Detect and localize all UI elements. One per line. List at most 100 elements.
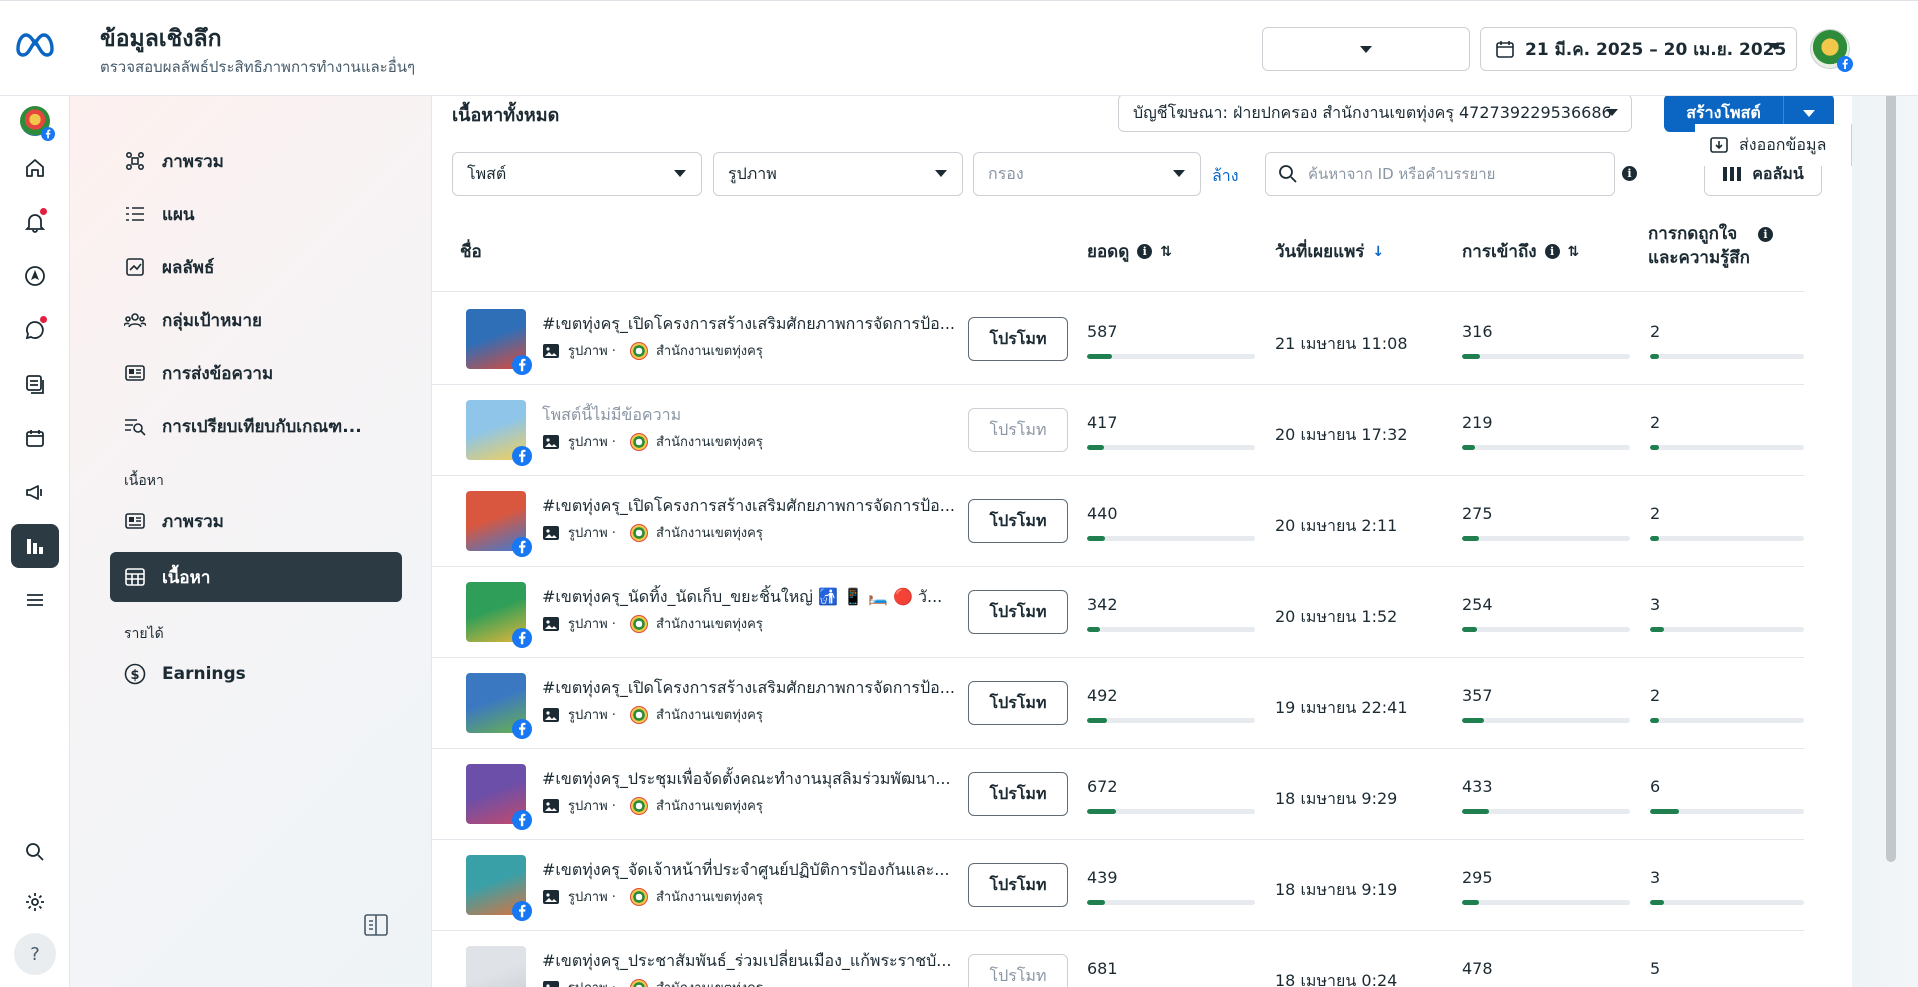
custom-filter[interactable]: กรอง [973, 152, 1201, 196]
info-icon[interactable]: i [1757, 227, 1773, 242]
insights-icon [27, 539, 43, 554]
post-meta: รูปภาพ · สำนักงานเขตทุ่งครุ [542, 704, 763, 725]
reach-value: 433 [1462, 777, 1493, 796]
sidebar-item-audience[interactable]: กลุ่มเป้าหมาย [110, 297, 402, 343]
promote-button[interactable]: โปรโมท [968, 681, 1068, 725]
sidebar-item-messaging[interactable]: การส่งข้อความ [110, 350, 402, 396]
sidebar-item-overview[interactable]: ภาพรวม [110, 138, 402, 184]
account-avatar[interactable] [20, 106, 55, 141]
promote-button[interactable]: โปรโมท [968, 590, 1068, 634]
table-row[interactable]: #เขตทุ่งครุ_จัดเจ้าหน้าที่ประจำศูนย์ปฏิบ… [432, 840, 1804, 931]
promote-button[interactable]: โปรโมท [968, 408, 1068, 452]
views-bar [1087, 354, 1255, 359]
column-header-published[interactable]: วันที่เผยแพร่ ↓ [1275, 238, 1384, 265]
post-title[interactable]: #เขตทุ่งครุ_เปิดโครงการสร้างเสริมศักยภาพ… [542, 312, 962, 337]
post-title[interactable]: #เขตทุ่งครุ_จัดเจ้าหน้าที่ประจำศูนย์ปฏิบ… [542, 858, 962, 883]
column-header-views[interactable]: ยอดดู i ⇅ [1087, 238, 1172, 265]
post-thumbnail[interactable] [466, 946, 526, 987]
reactions-bar-fill [1650, 809, 1680, 814]
table-row[interactable]: #เขตทุ่งครุ_เปิดโครงการสร้างเสริมศักยภาพ… [432, 294, 1804, 385]
page-name: สำนักงานเขตทุ่งครุ [655, 708, 763, 723]
export-dropdown-toggle[interactable] [1263, 28, 1469, 70]
sidebar-item-content-overview[interactable]: ภาพรวม [110, 498, 402, 544]
sidebar-item-benchmark[interactable]: การเปรียบเทียบกับเกณฑ... [110, 403, 402, 449]
post-thumbnail[interactable] [466, 764, 532, 830]
post-title[interactable]: #เขตทุ่งครุ_ประชาสัมพันธ์_ร่วมเปลี่ยนเมื… [542, 949, 962, 974]
image-icon [543, 798, 559, 813]
info-icon[interactable]: i [1544, 244, 1560, 259]
sort-icon[interactable]: ⇅ [1568, 244, 1580, 260]
sort-icon[interactable]: ⇅ [1160, 244, 1172, 260]
reactions-bar [1650, 354, 1804, 359]
search-icon [26, 843, 44, 861]
rail-notifications[interactable] [11, 200, 59, 244]
export-data-button[interactable]: ส่งออกข้อมูล [1262, 27, 1852, 166]
sidebar-item-earnings[interactable]: $ Earnings [110, 651, 402, 697]
post-thumbnail[interactable] [466, 400, 532, 466]
column-header-reach[interactable]: การเข้าถึง i ⇅ [1462, 238, 1579, 265]
column-header-reactions[interactable]: การกดถูกใจ และความรู้สึก i [1648, 222, 1773, 270]
content-section-label: เนื้อหา [124, 473, 164, 489]
table-row[interactable]: #เขตทุ่งครุ_นัดทิ้ง_นัดเก็บ_ขยะชิ้นใหญ่ … [432, 567, 1804, 658]
promote-button[interactable]: โปรโมท [968, 772, 1068, 816]
rail-settings[interactable] [11, 880, 59, 924]
post-type-value: โพสต์ [467, 163, 507, 183]
promote-button[interactable]: โปรโมท [968, 499, 1068, 543]
column-header-label: วันที่เผยแพร่ [1275, 242, 1365, 262]
post-title[interactable]: #เขตทุ่งครุ_ประชุมเพื่อจัดตั้งคณะทำงานมุ… [542, 767, 962, 792]
rail-help[interactable]: ? [11, 932, 59, 976]
promote-button[interactable]: โปรโมท [968, 863, 1068, 907]
post-thumbnail[interactable] [466, 582, 532, 648]
ad-account-select[interactable]: บัญชีโฆษณา: ฝ่ายปกครอง สำนักงานเขตทุ่งคร… [1118, 96, 1632, 132]
page-avatar[interactable] [1810, 29, 1853, 72]
column-header-name[interactable]: ชื่อ [460, 238, 482, 265]
table-row[interactable]: โพสต์นี้ไม่มีข้อความ รูปภาพ · สำนักงานเขตท… [432, 385, 1804, 476]
page-avatar-icon [629, 614, 648, 633]
info-icon[interactable]: i [1622, 166, 1637, 181]
post-thumbnail[interactable] [466, 673, 532, 739]
promote-button[interactable]: โปรโมท [968, 954, 1068, 987]
post-thumbnail[interactable] [466, 491, 532, 557]
media-type-filter[interactable]: รูปภาพ [713, 152, 963, 196]
views-bar-fill [1087, 809, 1116, 814]
search-input[interactable] [1308, 165, 1598, 183]
rail-search[interactable] [11, 830, 59, 874]
meta-logo-icon[interactable] [14, 31, 56, 57]
promote-button[interactable]: โปรโมท [968, 317, 1068, 361]
dollar-icon: $ [124, 663, 146, 685]
table-row[interactable]: #เขตทุ่งครุ_เปิดโครงการสร้างเสริมศักยภาพ… [432, 476, 1804, 567]
info-icon[interactable]: i [1137, 244, 1153, 259]
rail-ads[interactable] [11, 470, 59, 514]
column-header-label-line1: การกดถูกใจ [1648, 224, 1738, 244]
post-title[interactable]: #เขตทุ่งครุ_เปิดโครงการสร้างเสริมศักยภาพ… [542, 676, 962, 701]
rail-navigate[interactable] [11, 254, 59, 298]
post-type-filter[interactable]: โพสต์ [452, 152, 702, 196]
search-box[interactable] [1265, 152, 1615, 196]
rail-menu[interactable] [11, 578, 59, 622]
rail-calendar[interactable] [11, 416, 59, 460]
table-row[interactable]: #เขตทุ่งครุ_เปิดโครงการสร้างเสริมศักยภาพ… [432, 658, 1804, 749]
sort-desc-icon[interactable]: ↓ [1372, 244, 1384, 260]
reactions-value: 2 [1650, 413, 1661, 432]
post-title[interactable]: #เขตทุ่งครุ_นัดทิ้ง_นัดเก็บ_ขยะชิ้นใหญ่ … [542, 585, 962, 610]
rail-messages[interactable] [11, 308, 59, 352]
post-thumbnail[interactable] [466, 309, 532, 375]
collapse-sidebar-icon[interactable] [364, 914, 388, 936]
sidebar-item-results[interactable]: ผลลัพธ์ [110, 244, 402, 290]
rail-posts[interactable] [11, 362, 59, 406]
clear-filters-link[interactable]: ล้าง [1212, 164, 1239, 189]
table-row[interactable]: #เขตทุ่งครุ_ประชาสัมพันธ์_ร่วมเปลี่ยนเมื… [432, 931, 1804, 987]
date-range-picker[interactable]: 21 มี.ค. 2025 – 20 เม.ย. 2025 [1480, 27, 1797, 71]
page-scrollbar[interactable] [1886, 72, 1896, 862]
media-type-label: รูปภาพ · [568, 617, 616, 632]
post-title[interactable]: โพสต์นี้ไม่มีข้อความ [542, 403, 962, 428]
reach-bar-fill [1462, 900, 1479, 905]
rail-insights[interactable] [11, 524, 59, 568]
rail-home[interactable] [11, 146, 59, 190]
notification-dot [40, 208, 47, 215]
post-thumbnail[interactable] [466, 855, 532, 921]
post-title[interactable]: #เขตทุ่งครุ_เปิดโครงการสร้างเสริมศักยภาพ… [542, 494, 962, 519]
table-row[interactable]: #เขตทุ่งครุ_ประชุมเพื่อจัดตั้งคณะทำงานมุ… [432, 749, 1804, 840]
sidebar-item-plan[interactable]: แผน [110, 191, 402, 237]
sidebar-item-content[interactable]: เนื้อหา [110, 552, 402, 602]
